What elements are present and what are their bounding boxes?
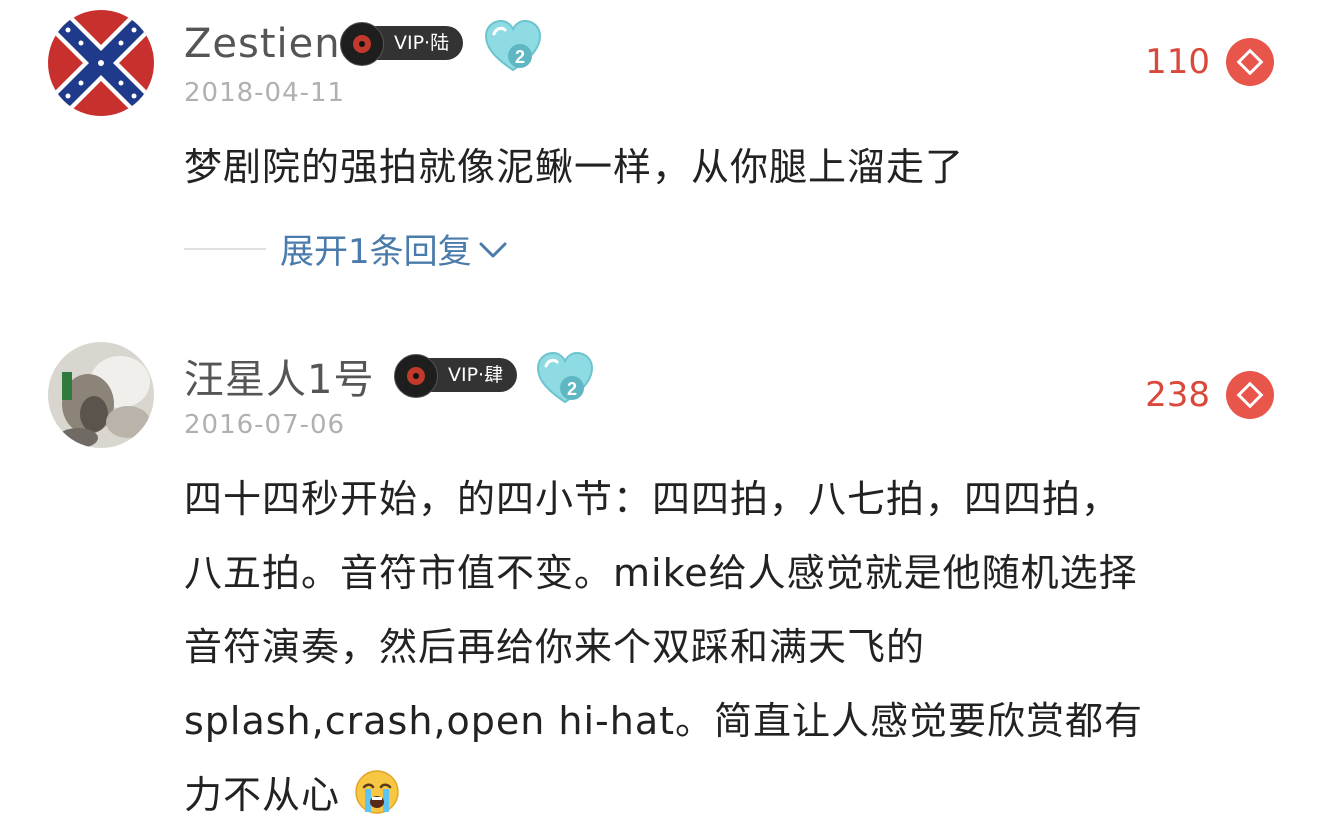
reply-divider xyxy=(184,248,266,250)
like-count: 238 xyxy=(1145,375,1210,415)
comment-text-line-last: 力不从心 xyxy=(184,758,1284,832)
expand-replies-button[interactable]: 展开1条回复 xyxy=(280,233,510,269)
like-icon[interactable] xyxy=(1226,38,1274,86)
avatar[interactable] xyxy=(48,10,154,116)
comment-text-line: 八五拍。音符市值不变。mike给人感觉就是他随机选择 xyxy=(184,551,1138,595)
comment-date: 2016-07-06 xyxy=(184,410,346,440)
like-icon[interactable] xyxy=(1226,371,1274,419)
comment-text-line: 音符演奏，然后再给你来个双踩和满天飞的 xyxy=(184,625,926,669)
vip-label: VIP·肆 xyxy=(448,364,504,386)
heart-level-text: 2 xyxy=(567,379,577,399)
username[interactable]: Zestien xyxy=(184,24,341,64)
comment-text: 梦剧院的强拍就像泥鳅一样，从你腿上溜走了 xyxy=(184,145,965,189)
dog-photo-icon xyxy=(48,342,154,448)
comment-text-line: 力不从心 xyxy=(184,773,341,817)
vip-badge: VIP·肆 xyxy=(394,354,518,398)
flag-avatar-icon xyxy=(48,10,154,116)
like-count: 110 xyxy=(1145,42,1210,82)
heart-level-text: 2 xyxy=(515,47,525,67)
vinyl-disc-icon xyxy=(340,22,384,66)
chevron-down-icon xyxy=(479,242,507,258)
vinyl-disc-icon xyxy=(394,354,438,398)
comment-text-line: 四十四秒开始，的四小节：四四拍，八七拍，四四拍， xyxy=(184,477,1121,521)
expand-replies-label: 展开1条回复 xyxy=(280,232,472,272)
heart-level-icon: 2 xyxy=(484,19,542,72)
heart-level-icon: 2 xyxy=(536,351,594,404)
comment-date: 2018-04-11 xyxy=(184,78,346,108)
vip-label: VIP·陆 xyxy=(394,32,450,54)
avatar[interactable] xyxy=(48,342,154,448)
comment-text: 四十四秒开始，的四小节：四四拍，八七拍，四四拍， 八五拍。音符市值不变。mike… xyxy=(184,462,1284,832)
vip-badge: VIP·陆 xyxy=(340,22,464,66)
comment-text-line: splash,crash,open hi-hat。简直让人感觉要欣赏都有 xyxy=(184,699,1144,743)
crying-face-emoji-icon xyxy=(355,770,399,814)
username[interactable]: 汪星人1号 xyxy=(184,360,374,400)
